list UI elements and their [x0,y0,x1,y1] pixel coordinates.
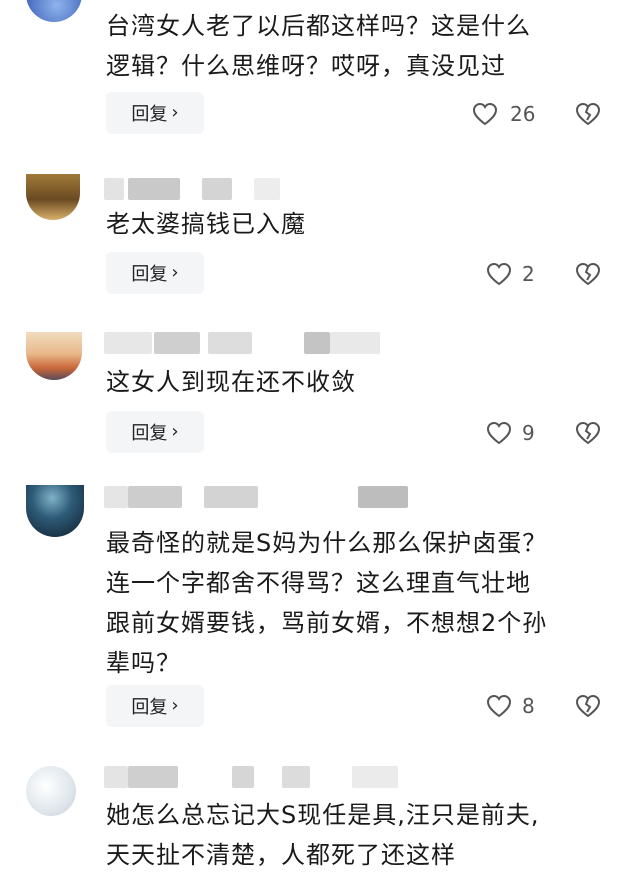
comment-text: 这女人到现在还不收敛 [106,368,356,396]
reply-label: 回复 [131,423,168,444]
reply-button[interactable]: 回复 › [106,92,204,134]
username-blurred [104,178,304,200]
like-count: 8 [522,694,535,718]
avatar[interactable] [26,174,80,220]
chevron-right-icon: › [171,421,179,442]
reply-label: 回复 [131,104,168,125]
reply-label: 回复 [131,697,168,718]
broken-heart-icon[interactable] [575,102,601,126]
reply-button[interactable]: 回复 › [106,411,204,453]
heart-icon[interactable] [486,262,512,286]
avatar[interactable] [26,0,82,22]
comment-text: 老太婆搞钱已入魔 [106,210,306,238]
avatar[interactable] [26,766,76,816]
avatar[interactable] [26,332,82,380]
reply-button[interactable]: 回复 › [106,252,204,294]
reply-label: 回复 [131,264,168,285]
comment-text: 台湾女人老了以后都这样吗？这是什么 逻辑？什么思维呀？哎呀，真没见过 [106,12,531,80]
reply-button[interactable]: 回复 › [106,685,204,727]
broken-heart-icon[interactable] [575,694,601,718]
avatar[interactable] [26,485,84,537]
username-blurred [104,766,404,788]
heart-icon[interactable] [472,102,498,126]
username-blurred [104,486,414,508]
like-count: 9 [522,421,535,445]
broken-heart-icon[interactable] [575,421,601,445]
chevron-right-icon: › [171,695,179,716]
comment-text: 最奇怪的就是S妈为什么那么保护卤蛋？ 连一个字都舍不得骂？这么理直气壮地 跟前女… [106,529,548,677]
username-blurred [104,332,404,354]
heart-icon[interactable] [486,694,512,718]
like-count: 26 [510,102,536,126]
comment-text: 她怎么总忘记大S现任是具,汪只是前夫, 天天扯不清楚，人都死了还这样 [106,801,540,869]
chevron-right-icon: › [171,102,179,123]
chevron-right-icon: › [171,262,179,283]
broken-heart-icon[interactable] [575,262,601,286]
like-count: 2 [522,262,535,286]
heart-icon[interactable] [486,421,512,445]
